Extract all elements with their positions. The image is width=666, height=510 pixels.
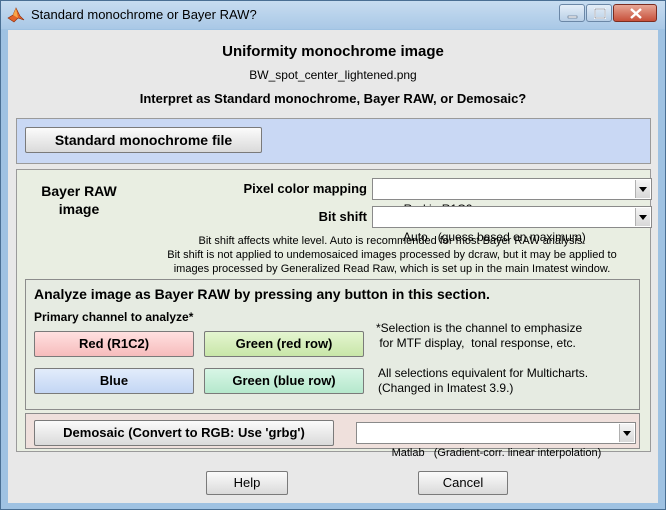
bit-shift-label: Bit shift: [318, 209, 367, 224]
analyze-bayer-panel: Analyze image as Bayer RAW by pressing a…: [25, 279, 640, 410]
bit-shift-note-line: images processed by Generalized Read Raw…: [173, 263, 611, 275]
primary-channel-label: Primary channel to analyze*: [34, 310, 194, 324]
bayer-raw-label: Bayer RAW image: [41, 183, 117, 217]
bit-shift-note-line: Bit shift affects white level. Auto is r…: [198, 235, 586, 247]
dropdown-arrow-icon[interactable]: [635, 180, 650, 198]
dialog-content: Uniformity monochrome image BW_spot_cent…: [8, 30, 658, 503]
multicharts-note-line: (Changed in Imatest 3.9.): [378, 381, 514, 395]
image-title: Uniformity monochrome image: [222, 43, 444, 60]
matlab-logo-icon: [7, 7, 25, 23]
multicharts-note-line: All selections equivalent for Multichart…: [378, 366, 589, 380]
file-name: BW_spot_center_lightened.png: [249, 68, 417, 82]
pixel-color-mapping-label: Pixel color mapping: [243, 181, 367, 196]
demosaic-method-value: Matlab (Gradient-corr. linear interpolat…: [391, 447, 602, 459]
green-blue-row-button[interactable]: Green (blue row): [204, 368, 364, 394]
pixel-color-mapping-select[interactable]: Red in R1C2: [372, 178, 652, 216]
minimize-icon: [567, 15, 578, 19]
dropdown-arrow-icon[interactable]: [619, 424, 634, 442]
selection-note-line: *Selection is the channel to emphasize: [376, 321, 583, 335]
green-red-row-button[interactable]: Green (red row): [204, 331, 364, 357]
bayer-raw-panel: Bayer RAW image Pixel color mapping Red …: [16, 169, 652, 459]
analyze-title: Analyze image as Bayer RAW by pressing a…: [34, 286, 490, 302]
demosaic-button[interactable]: Demosaic (Convert to RGB: Use 'grbg'): [34, 420, 334, 446]
window-title: Standard monochrome or Bayer RAW?: [31, 7, 257, 22]
selection-note: *Selection is the channel to emphasize f…: [376, 321, 582, 351]
interpret-question: Interpret as Standard monochrome, Bayer …: [139, 91, 527, 106]
bit-shift-select[interactable]: Auto (guess based on maximum): [372, 206, 652, 244]
multicharts-note: All selections equivalent for Multichart…: [378, 366, 588, 396]
title-bar[interactable]: Standard monochrome or Bayer RAW?: [1, 1, 665, 29]
bit-shift-note-line: Bit shift is not applied to undemosaiced…: [167, 249, 617, 261]
maximize-button[interactable]: [586, 4, 612, 22]
help-button[interactable]: Help: [206, 471, 288, 495]
dialog-window: Standard monochrome or Bayer RAW? Unifor…: [0, 0, 666, 510]
close-button[interactable]: [613, 4, 657, 22]
close-icon: [630, 8, 642, 19]
bit-shift-note: Bit shift affects white level. Auto is r…: [157, 234, 627, 276]
demosaic-panel: Demosaic (Convert to RGB: Use 'grbg') Ma…: [25, 413, 640, 459]
standard-monochrome-button[interactable]: Standard monochrome file: [25, 127, 262, 153]
minimize-button[interactable]: [559, 4, 585, 22]
cancel-button[interactable]: Cancel: [418, 471, 508, 495]
maximize-icon: [594, 8, 606, 19]
demosaic-method-select[interactable]: Matlab (Gradient-corr. linear interpolat…: [356, 422, 636, 459]
dropdown-arrow-icon[interactable]: [635, 208, 650, 226]
selection-note-line: for MTF display, tonal response, etc.: [376, 336, 576, 350]
standard-monochrome-panel: Standard monochrome file: [16, 118, 651, 164]
blue-channel-button[interactable]: Blue: [34, 368, 194, 394]
red-channel-button[interactable]: Red (R1C2): [34, 331, 194, 357]
